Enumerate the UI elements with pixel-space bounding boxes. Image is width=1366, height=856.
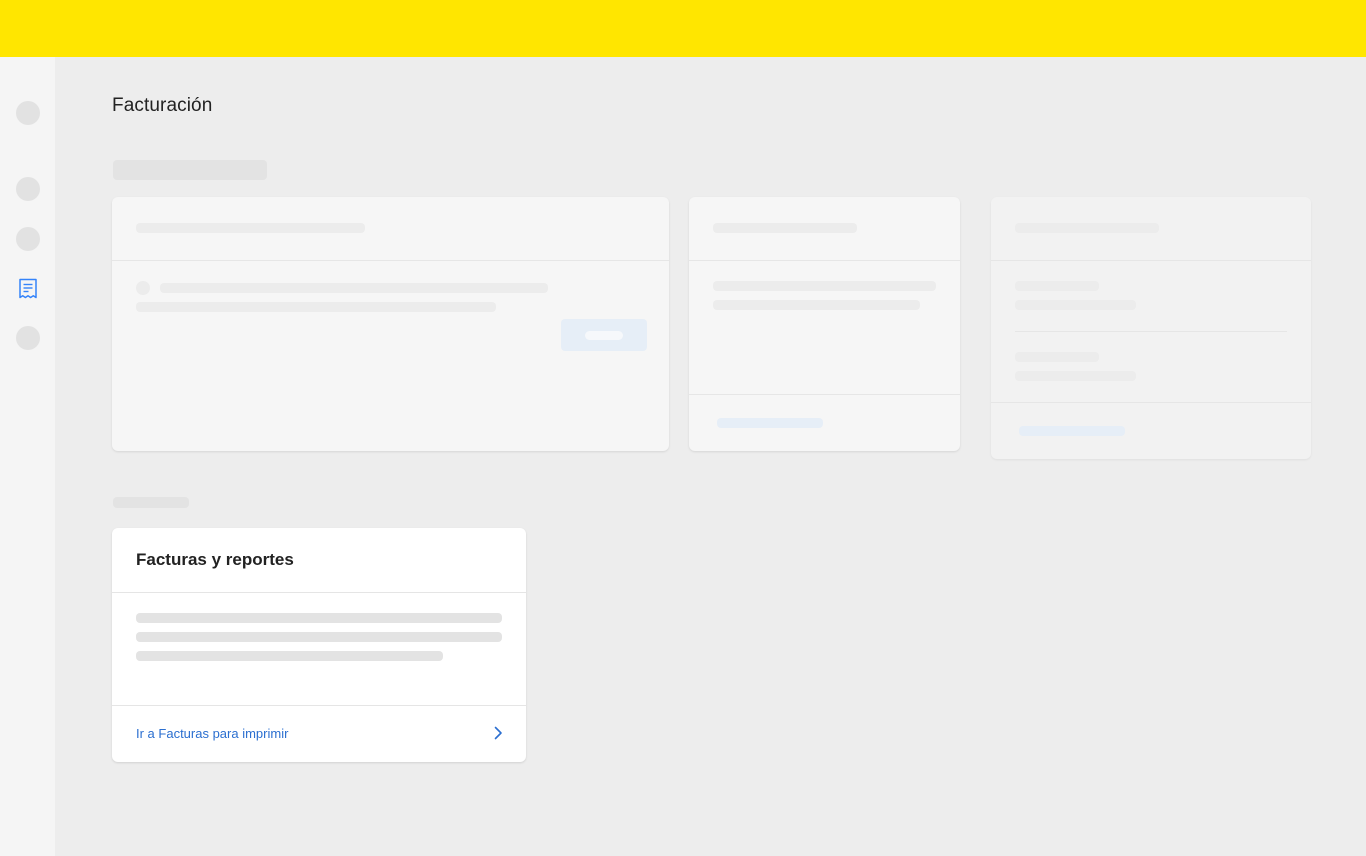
button-label-skeleton bbox=[585, 331, 623, 340]
card-divider bbox=[112, 592, 526, 593]
text-line-skeleton bbox=[136, 651, 443, 661]
receipt-icon[interactable] bbox=[17, 278, 39, 300]
card-divider bbox=[689, 260, 960, 261]
sidebar-item-placeholder-1[interactable] bbox=[16, 101, 40, 125]
text-line-skeleton bbox=[713, 300, 920, 310]
value-skeleton bbox=[1015, 300, 1136, 310]
card-title-skeleton bbox=[1015, 223, 1159, 233]
text-line-skeleton bbox=[136, 613, 502, 623]
chevron-right-icon[interactable] bbox=[492, 725, 504, 741]
action-button-skeleton bbox=[561, 319, 647, 351]
card-divider bbox=[112, 260, 669, 261]
text-line-skeleton bbox=[136, 632, 502, 642]
card-divider bbox=[112, 705, 526, 706]
status-dot-skeleton bbox=[136, 281, 150, 295]
sidebar bbox=[0, 57, 55, 856]
sidebar-item-placeholder-4[interactable] bbox=[16, 326, 40, 350]
section-heading-skeleton bbox=[113, 160, 267, 180]
link-skeleton bbox=[1019, 426, 1125, 436]
page-title: Facturación bbox=[112, 95, 213, 116]
top-header-bar bbox=[0, 0, 1366, 57]
value-skeleton bbox=[1015, 371, 1136, 381]
sidebar-item-placeholder-2[interactable] bbox=[16, 177, 40, 201]
section-heading-skeleton bbox=[113, 497, 189, 508]
text-line-skeleton bbox=[713, 281, 936, 291]
card-divider bbox=[689, 394, 960, 395]
card-divider bbox=[991, 260, 1311, 261]
card-title-skeleton bbox=[713, 223, 857, 233]
row-divider bbox=[1015, 331, 1287, 332]
loading-card-2 bbox=[689, 197, 960, 451]
loading-card-3 bbox=[991, 197, 1311, 459]
card-divider bbox=[991, 402, 1311, 403]
label-skeleton bbox=[1015, 352, 1099, 362]
sidebar-item-placeholder-3[interactable] bbox=[16, 227, 40, 251]
link-skeleton bbox=[717, 418, 823, 428]
label-skeleton bbox=[1015, 281, 1099, 291]
invoices-reports-card: Facturas y reportes Ir a Facturas para i… bbox=[112, 528, 526, 762]
card-title-skeleton bbox=[136, 223, 365, 233]
card-title: Facturas y reportes bbox=[136, 550, 294, 569]
text-line-skeleton bbox=[160, 283, 548, 293]
text-line-skeleton bbox=[136, 302, 496, 312]
loading-card-1 bbox=[112, 197, 669, 451]
print-invoices-link[interactable]: Ir a Facturas para imprimir bbox=[136, 726, 288, 741]
